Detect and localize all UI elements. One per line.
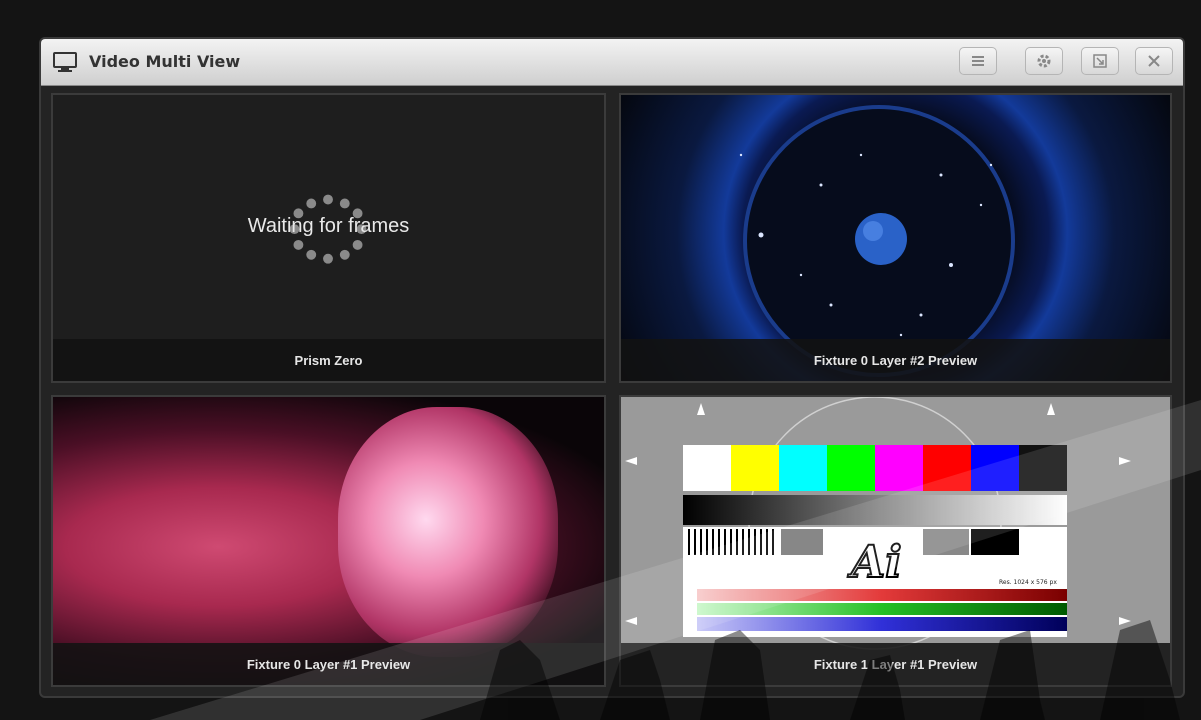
monitor-icon: [53, 52, 77, 72]
menu-icon: [972, 56, 984, 66]
settings-button[interactable]: [1025, 47, 1063, 75]
restore-icon: [1093, 54, 1107, 68]
title-bar[interactable]: Video Multi View: [41, 39, 1183, 86]
color-bar: [1019, 445, 1067, 491]
color-bar: [731, 445, 779, 491]
gray-ramp: [683, 495, 1067, 525]
green-ramp: [697, 603, 1067, 615]
color-bars: [683, 445, 1067, 491]
color-bar: [971, 445, 1019, 491]
nebula-preview-image: [53, 397, 604, 685]
panel-label: Prism Zero: [53, 339, 604, 381]
blue-ramp: [697, 617, 1067, 631]
close-icon: [1148, 55, 1160, 67]
panel-prism-zero[interactable]: Waiting for frames Prism Zero: [51, 93, 606, 383]
waiting-status-text: Waiting for frames: [247, 215, 410, 237]
restore-button[interactable]: [1081, 47, 1119, 75]
panel-fixture0-layer1-preview[interactable]: Fixture 0 Layer #1 Preview: [51, 395, 606, 687]
menu-button[interactable]: [959, 47, 997, 75]
window-title: Video Multi View: [89, 52, 241, 71]
nebula-cloud: [338, 407, 558, 657]
test-card-image: Ai Res. 1024 x 576 px: [621, 397, 1170, 685]
color-bar: [683, 445, 731, 491]
color-bar: [923, 445, 971, 491]
resolution-text: Res. 1024 x 576 px: [999, 579, 1057, 586]
panel-fixture1-layer1-preview[interactable]: Ai Res. 1024 x 576 px Fixture 1 Layer #1…: [619, 395, 1172, 687]
close-button[interactable]: [1135, 47, 1173, 75]
color-bar: [875, 445, 923, 491]
red-ramp: [697, 589, 1067, 601]
panel-fixture0-layer2-preview[interactable]: Fixture 0 Layer #2 Preview: [619, 93, 1172, 383]
ai-logo: Ai: [850, 536, 903, 589]
video-multi-view-window: Video Multi View Waiting for frames Pris…: [39, 37, 1185, 698]
panel-label: Fixture 0 Layer #2 Preview: [621, 339, 1170, 381]
settings-icon: [1037, 54, 1051, 68]
panel-label: Fixture 0 Layer #1 Preview: [53, 643, 604, 685]
panel-label: Fixture 1 Layer #1 Preview: [621, 643, 1170, 685]
color-bar: [827, 445, 875, 491]
color-bar: [779, 445, 827, 491]
